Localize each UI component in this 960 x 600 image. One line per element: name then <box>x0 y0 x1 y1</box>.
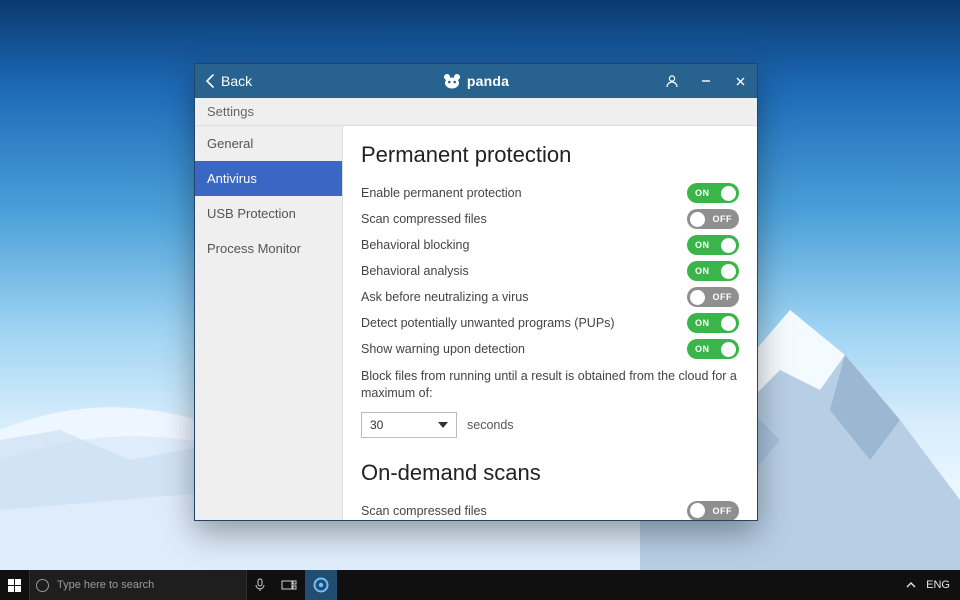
toggle-knob <box>721 316 736 331</box>
toggle-state-label: ON <box>695 188 710 198</box>
toggle-state-label: ON <box>695 240 710 250</box>
settings-content[interactable]: Permanent protection Enable permanent pr… <box>343 126 757 520</box>
toggle-state-label: ON <box>695 318 710 328</box>
toggle-switch[interactable]: OFF <box>687 287 739 307</box>
cortana-icon <box>36 579 49 592</box>
block-timeout-select[interactable]: 30 <box>361 412 457 438</box>
toggle-switch[interactable]: OFF <box>687 209 739 229</box>
toggle-switch[interactable]: ON <box>687 183 739 203</box>
toggle-state-label: OFF <box>713 214 733 224</box>
windows-logo-icon <box>8 579 21 592</box>
block-description: Block files from running until a result … <box>361 368 739 402</box>
taskbar: Type here to search ENG <box>0 570 960 600</box>
sidebar-item-general[interactable]: General <box>195 126 342 161</box>
sidebar-item-antivirus[interactable]: Antivirus <box>195 161 342 196</box>
setting-row: Behavioral analysis ON <box>361 258 739 284</box>
account-button[interactable] <box>655 64 689 98</box>
block-timeout-value: 30 <box>370 418 383 432</box>
panda-app-icon <box>313 577 329 593</box>
toggle-switch[interactable]: OFF <box>687 501 739 520</box>
titlebar: Back panda <box>195 64 757 98</box>
sidebar-item-usb-protection[interactable]: USB Protection <box>195 196 342 231</box>
task-view-icon <box>281 579 297 591</box>
tray-chevron-up-icon[interactable] <box>906 580 916 590</box>
back-label: Back <box>221 73 252 89</box>
setting-row: Scan compressed files OFF <box>361 206 739 232</box>
taskbar-search[interactable]: Type here to search <box>29 570 247 600</box>
caret-down-icon <box>438 422 448 428</box>
setting-label: Ask before neutralizing a virus <box>361 290 528 304</box>
close-button[interactable] <box>723 64 757 98</box>
breadcrumb: Settings <box>195 98 757 126</box>
minimize-button[interactable] <box>689 64 723 98</box>
section-heading-ondemand: On-demand scans <box>361 460 739 486</box>
user-icon <box>665 74 679 88</box>
microphone-icon <box>255 578 265 592</box>
settings-sidebar: GeneralAntivirusUSB ProtectionProcess Mo… <box>195 126 343 520</box>
setting-row: Ask before neutralizing a virus OFF <box>361 284 739 310</box>
setting-label: Scan compressed files <box>361 504 487 518</box>
toggle-switch[interactable]: ON <box>687 261 739 281</box>
toggle-state-label: OFF <box>713 292 733 302</box>
task-view-button[interactable] <box>273 570 305 600</box>
section-heading-permanent: Permanent protection <box>361 142 739 168</box>
setting-row: Detect potentially unwanted programs (PU… <box>361 310 739 336</box>
close-icon <box>735 76 746 87</box>
toggle-state-label: OFF <box>713 506 733 516</box>
setting-row: Enable permanent protection ON <box>361 180 739 206</box>
panda-logo-icon <box>443 73 461 89</box>
toggle-state-label: ON <box>695 344 710 354</box>
taskbar-mic-button[interactable] <box>247 570 273 600</box>
tray-language[interactable]: ENG <box>926 579 950 591</box>
brand-label: panda <box>467 73 509 89</box>
toggle-knob <box>721 342 736 357</box>
toggle-knob <box>721 186 736 201</box>
toggle-knob <box>690 290 705 305</box>
search-placeholder: Type here to search <box>57 579 154 591</box>
setting-row: Scan compressed files OFF <box>361 498 739 520</box>
taskbar-app-panda[interactable] <box>305 570 337 600</box>
system-tray: ENG <box>896 579 960 591</box>
setting-label: Show warning upon detection <box>361 342 525 356</box>
start-button[interactable] <box>0 570 29 600</box>
desktop-wallpaper: Back panda <box>0 0 960 600</box>
toggle-state-label: ON <box>695 266 710 276</box>
chevron-left-icon <box>205 74 215 88</box>
toggle-switch[interactable]: ON <box>687 235 739 255</box>
toggle-knob <box>690 503 705 518</box>
setting-row: Show warning upon detection ON <box>361 336 739 362</box>
panda-settings-window: Back panda <box>194 63 758 521</box>
setting-label: Behavioral blocking <box>361 238 469 252</box>
minimize-icon <box>700 75 712 87</box>
toggle-switch[interactable]: ON <box>687 313 739 333</box>
setting-label: Detect potentially unwanted programs (PU… <box>361 316 615 330</box>
sidebar-item-process-monitor[interactable]: Process Monitor <box>195 231 342 266</box>
setting-label: Scan compressed files <box>361 212 487 226</box>
back-button[interactable]: Back <box>195 64 262 98</box>
breadcrumb-label: Settings <box>207 104 254 119</box>
window-buttons <box>655 64 757 98</box>
block-timeout-unit: seconds <box>467 418 514 432</box>
toggle-knob <box>690 212 705 227</box>
setting-row: Behavioral blocking ON <box>361 232 739 258</box>
setting-label: Enable permanent protection <box>361 186 522 200</box>
toggle-knob <box>721 264 736 279</box>
setting-label: Behavioral analysis <box>361 264 469 278</box>
toggle-knob <box>721 238 736 253</box>
toggle-switch[interactable]: ON <box>687 339 739 359</box>
window-body: GeneralAntivirusUSB ProtectionProcess Mo… <box>195 126 757 520</box>
